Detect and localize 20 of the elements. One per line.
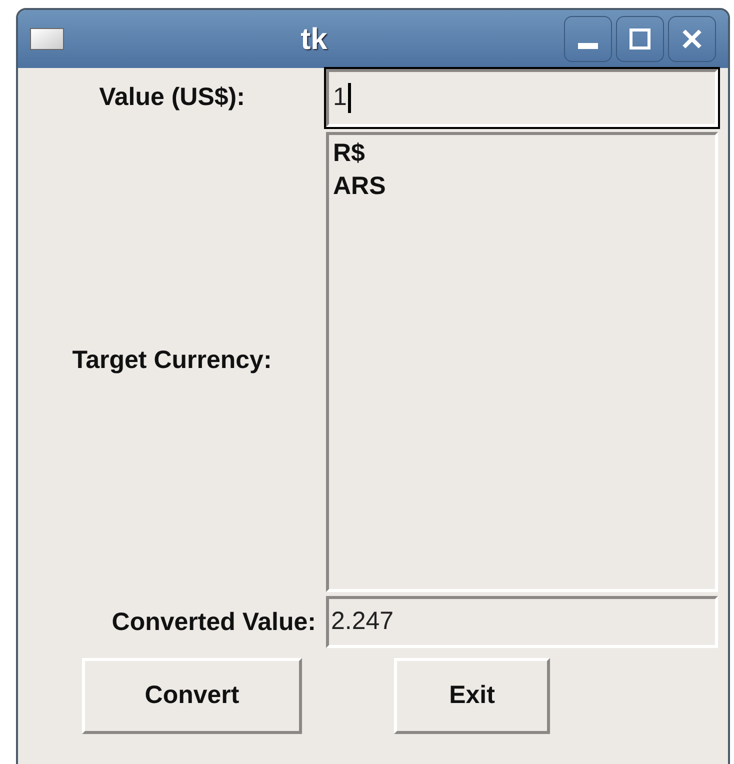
currency-label: Target Currency: bbox=[72, 345, 272, 376]
minimize-icon bbox=[578, 43, 598, 49]
value-label: Value (US$): bbox=[99, 82, 245, 114]
list-item[interactable]: ARS bbox=[333, 170, 711, 203]
window-menu-icon[interactable] bbox=[30, 28, 64, 50]
exit-button[interactable]: Exit bbox=[394, 658, 550, 734]
value-field[interactable]: 1 bbox=[326, 69, 718, 127]
close-icon bbox=[681, 28, 703, 50]
list-item[interactable]: R$ bbox=[333, 137, 711, 170]
converted-text: 2.247 bbox=[331, 606, 394, 638]
value-text: 1 bbox=[333, 82, 347, 114]
close-button[interactable] bbox=[668, 16, 716, 62]
convert-button[interactable]: Convert bbox=[82, 658, 302, 734]
minimize-button[interactable] bbox=[564, 16, 612, 62]
converted-label: Converted Value: bbox=[112, 607, 316, 638]
text-cursor bbox=[348, 83, 351, 113]
maximize-button[interactable] bbox=[616, 16, 664, 62]
maximize-icon bbox=[629, 28, 651, 50]
window-title: tk bbox=[300, 22, 328, 58]
currency-listbox[interactable]: R$ ARS bbox=[326, 132, 718, 592]
